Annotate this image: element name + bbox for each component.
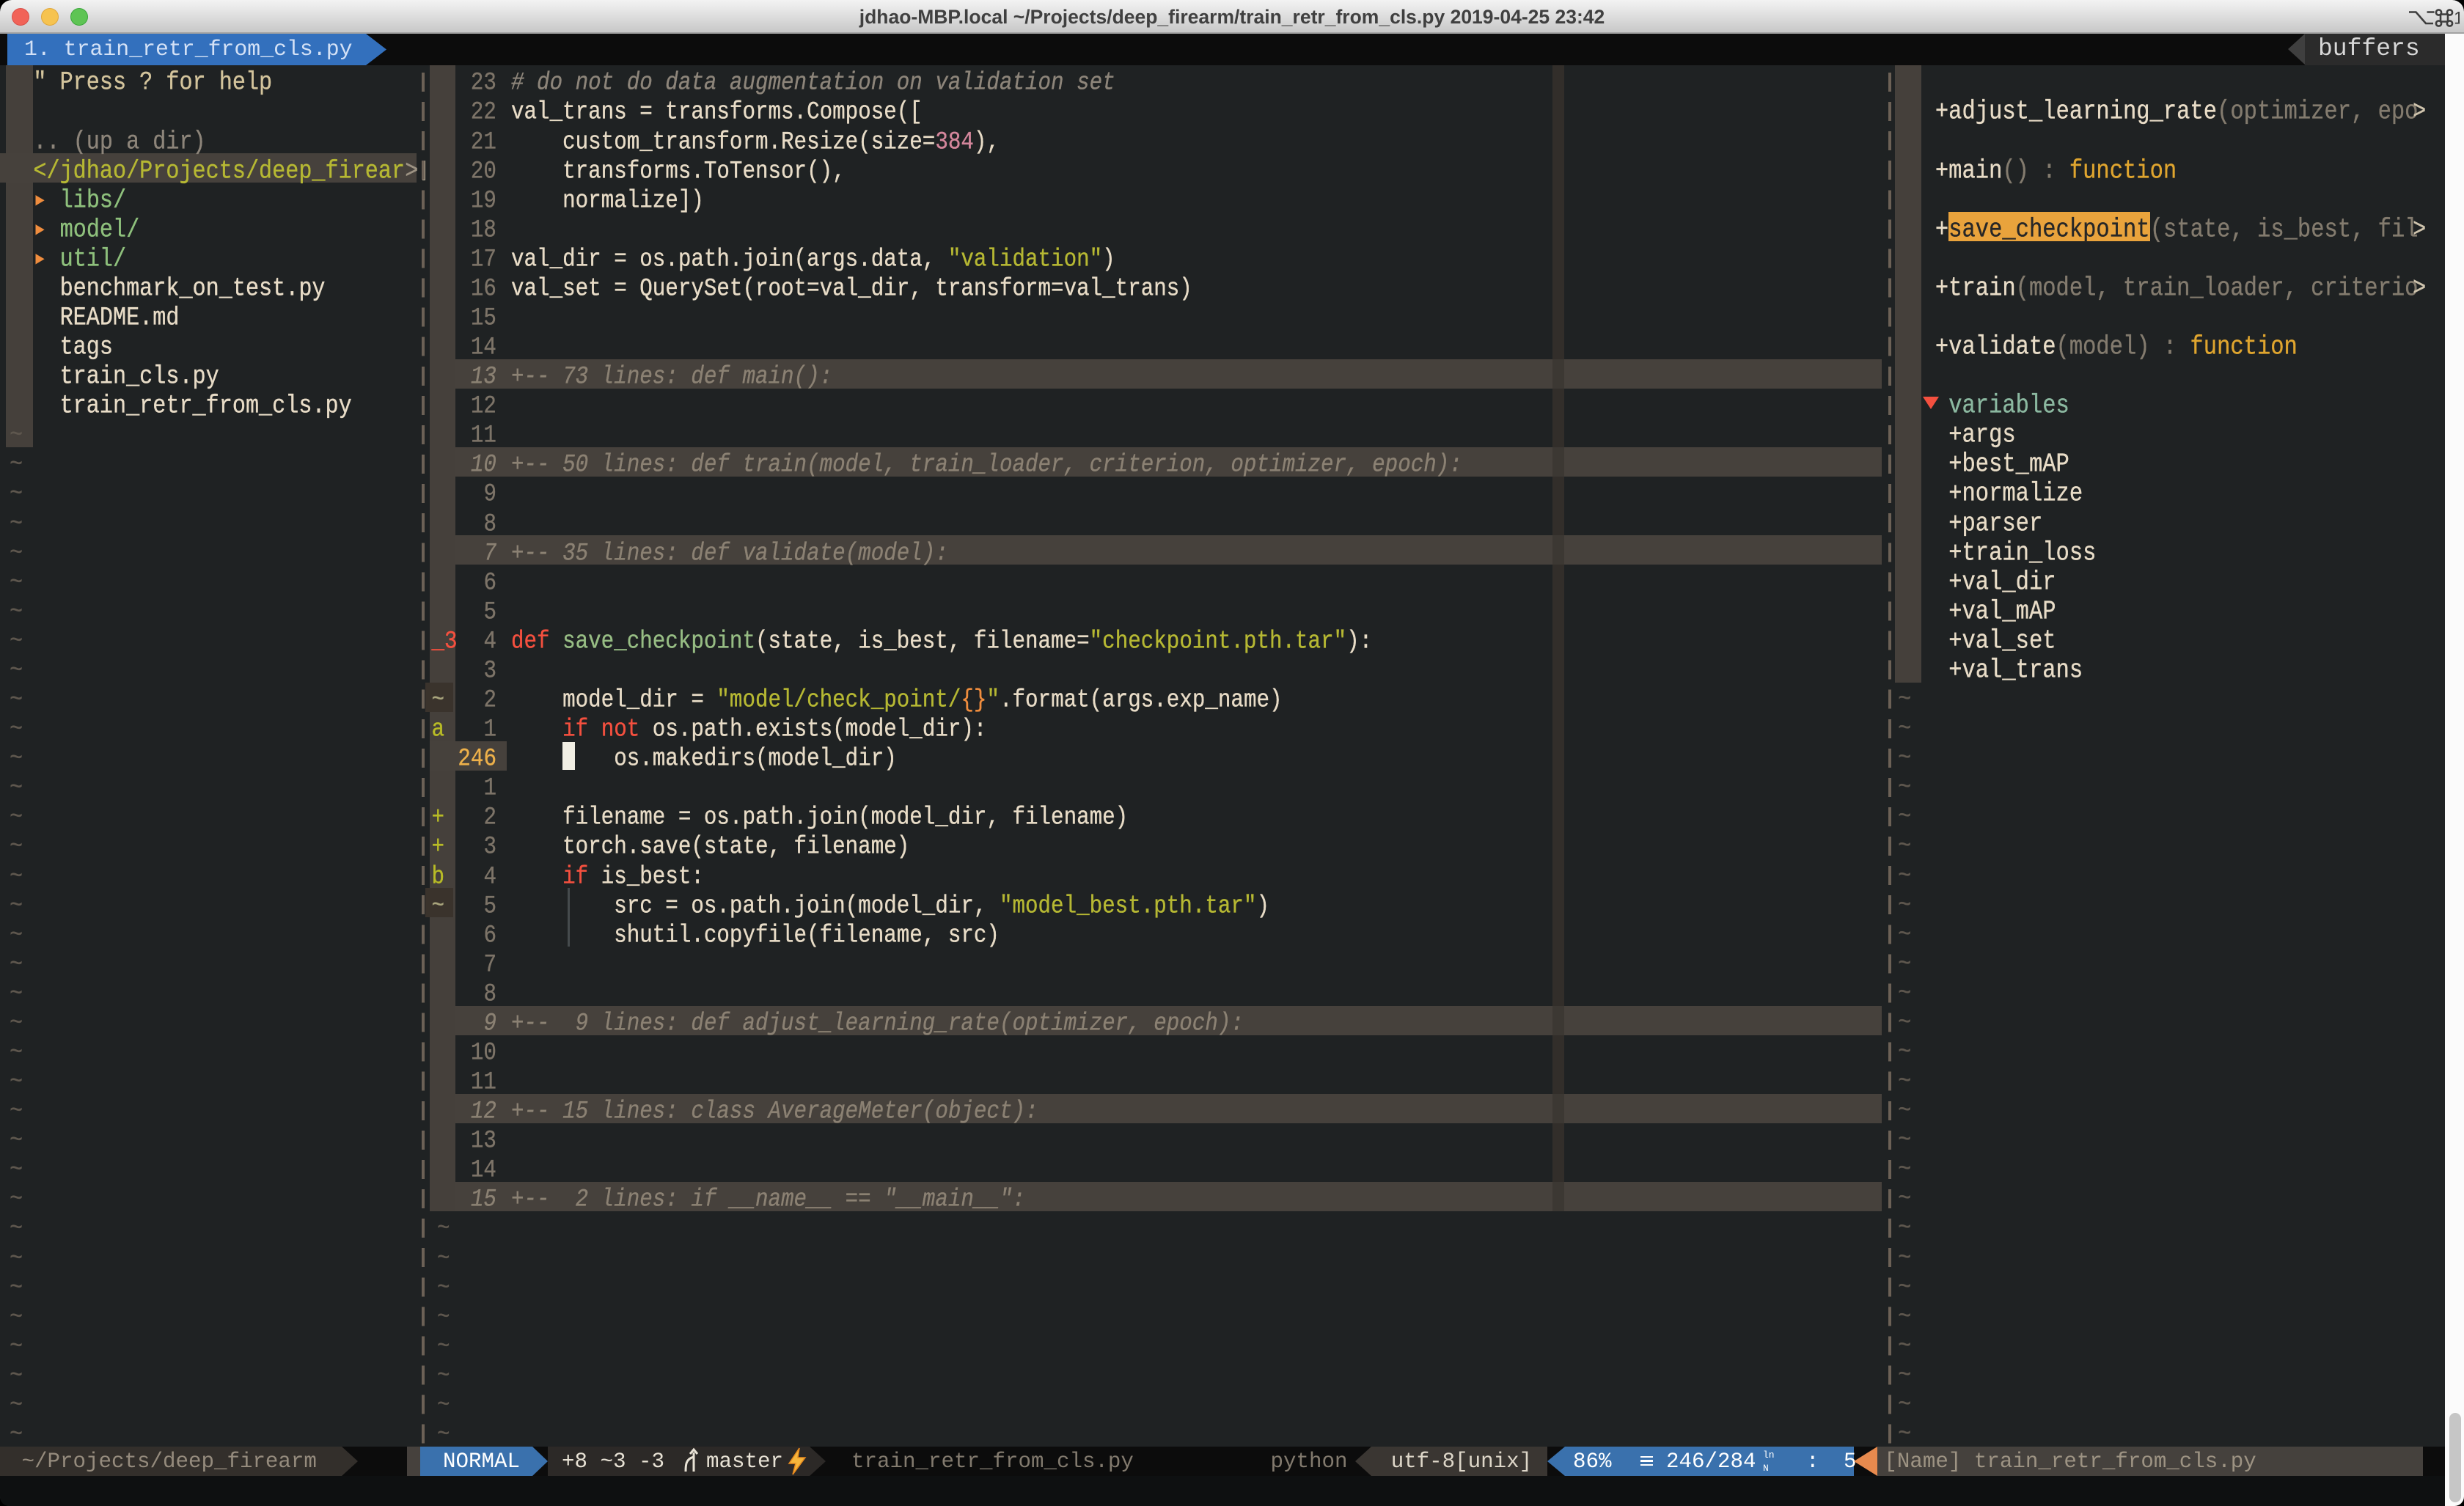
svg-text:1: 1 <box>2454 9 2460 28</box>
